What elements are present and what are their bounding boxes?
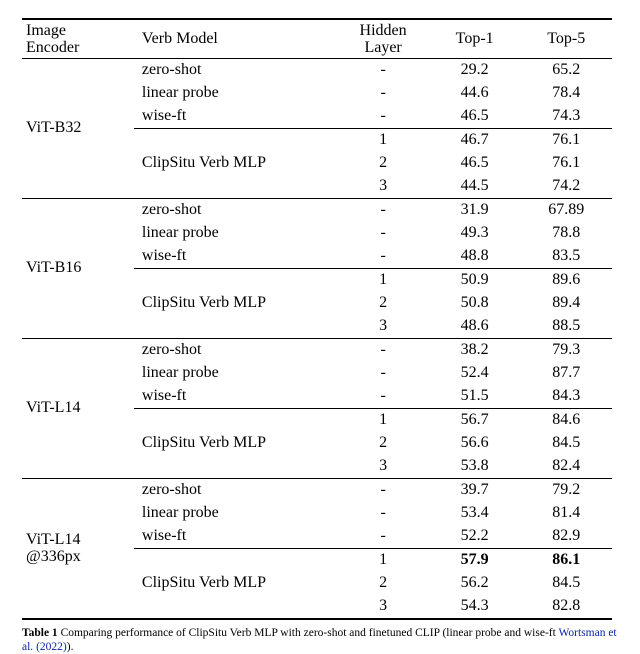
top1-cell: 44.5 (429, 175, 521, 199)
top1-cell: 56.2 (429, 572, 521, 595)
top1-cell: 51.5 (429, 385, 521, 409)
top1-cell: 38.2 (429, 338, 521, 362)
top5-cell: 82.4 (520, 455, 612, 479)
top1-cell: 44.6 (429, 82, 521, 105)
verb-model-cell: zero-shot (134, 198, 337, 222)
top1-cell: 53.8 (429, 455, 521, 479)
top5-cell: 87.7 (520, 362, 612, 385)
top5-cell: 88.5 (520, 315, 612, 339)
results-table: ImageEncoder Verb Model HiddenLayer Top-… (22, 18, 612, 620)
top1-cell: 46.7 (429, 128, 521, 152)
verb-model-cell: ClipSitu Verb MLP (134, 548, 337, 619)
top1-cell: 53.4 (429, 502, 521, 525)
hidden-cell: - (337, 338, 429, 362)
hidden-cell: 2 (337, 432, 429, 455)
verb-model-cell: zero-shot (134, 58, 337, 82)
top1-cell: 48.6 (429, 315, 521, 339)
verb-model-cell: linear probe (134, 362, 337, 385)
verb-model-cell: zero-shot (134, 338, 337, 362)
top1-cell: 56.6 (429, 432, 521, 455)
top1-cell: 52.2 (429, 525, 521, 549)
top1-cell: 49.3 (429, 222, 521, 245)
hidden-cell: 1 (337, 268, 429, 292)
hidden-cell: - (337, 105, 429, 129)
top5-cell: 67.89 (520, 198, 612, 222)
verb-model-cell: linear probe (134, 222, 337, 245)
col-header-encoder: ImageEncoder (22, 19, 134, 58)
verb-model-cell: wise-ft (134, 245, 337, 269)
top5-cell: 79.2 (520, 478, 612, 502)
hidden-cell: 3 (337, 595, 429, 619)
verb-model-cell: zero-shot (134, 478, 337, 502)
encoder-cell: ViT-B32 (22, 58, 134, 198)
top1-cell: 52.4 (429, 362, 521, 385)
top5-cell: 78.8 (520, 222, 612, 245)
top5-cell: 76.1 (520, 128, 612, 152)
top1-cell: 57.9 (429, 548, 521, 572)
top5-cell: 74.2 (520, 175, 612, 199)
top5-cell: 82.8 (520, 595, 612, 619)
verb-model-cell: wise-ft (134, 385, 337, 409)
hidden-cell: 2 (337, 292, 429, 315)
encoder-cell: ViT-L14@336px (22, 478, 134, 619)
top5-cell: 79.3 (520, 338, 612, 362)
top5-cell: 81.4 (520, 502, 612, 525)
top1-cell: 31.9 (429, 198, 521, 222)
top1-cell: 46.5 (429, 152, 521, 175)
hidden-cell: 3 (337, 175, 429, 199)
verb-model-cell: wise-ft (134, 105, 337, 129)
top5-cell: 82.9 (520, 525, 612, 549)
encoder-cell: ViT-B16 (22, 198, 134, 338)
hidden-cell: 1 (337, 408, 429, 432)
hidden-cell: - (337, 385, 429, 409)
hidden-cell: - (337, 58, 429, 82)
hidden-cell: 1 (337, 548, 429, 572)
verb-model-cell: linear probe (134, 82, 337, 105)
hidden-cell: 2 (337, 152, 429, 175)
hidden-cell: - (337, 245, 429, 269)
top5-cell: 86.1 (520, 548, 612, 572)
hidden-cell: - (337, 362, 429, 385)
top1-cell: 48.8 (429, 245, 521, 269)
hidden-cell: 2 (337, 572, 429, 595)
col-header-top5: Top-5 (520, 19, 612, 58)
top5-cell: 76.1 (520, 152, 612, 175)
top5-cell: 83.5 (520, 245, 612, 269)
top5-cell: 78.4 (520, 82, 612, 105)
col-header-top1: Top-1 (429, 19, 521, 58)
hidden-cell: 3 (337, 315, 429, 339)
top1-cell: 50.8 (429, 292, 521, 315)
top1-cell: 46.5 (429, 105, 521, 129)
top5-cell: 89.4 (520, 292, 612, 315)
verb-model-cell: linear probe (134, 502, 337, 525)
top5-cell: 84.3 (520, 385, 612, 409)
top1-cell: 50.9 (429, 268, 521, 292)
top5-cell: 84.6 (520, 408, 612, 432)
hidden-cell: - (337, 82, 429, 105)
verb-model-cell: ClipSitu Verb MLP (134, 408, 337, 478)
col-header-hidden: HiddenLayer (337, 19, 429, 58)
verb-model-cell: wise-ft (134, 525, 337, 549)
hidden-cell: 1 (337, 128, 429, 152)
hidden-cell: - (337, 478, 429, 502)
hidden-cell: 3 (337, 455, 429, 479)
top1-cell: 39.7 (429, 478, 521, 502)
top5-cell: 84.5 (520, 432, 612, 455)
hidden-cell: - (337, 222, 429, 245)
verb-model-cell: ClipSitu Verb MLP (134, 128, 337, 198)
top5-cell: 65.2 (520, 58, 612, 82)
hidden-cell: - (337, 525, 429, 549)
top5-cell: 89.6 (520, 268, 612, 292)
hidden-cell: - (337, 198, 429, 222)
top1-cell: 29.2 (429, 58, 521, 82)
col-header-verb-model: Verb Model (134, 19, 337, 58)
hidden-cell: - (337, 502, 429, 525)
top5-cell: 74.3 (520, 105, 612, 129)
top1-cell: 54.3 (429, 595, 521, 619)
top1-cell: 56.7 (429, 408, 521, 432)
verb-model-cell: ClipSitu Verb MLP (134, 268, 337, 338)
top5-cell: 84.5 (520, 572, 612, 595)
encoder-cell: ViT-L14 (22, 338, 134, 478)
